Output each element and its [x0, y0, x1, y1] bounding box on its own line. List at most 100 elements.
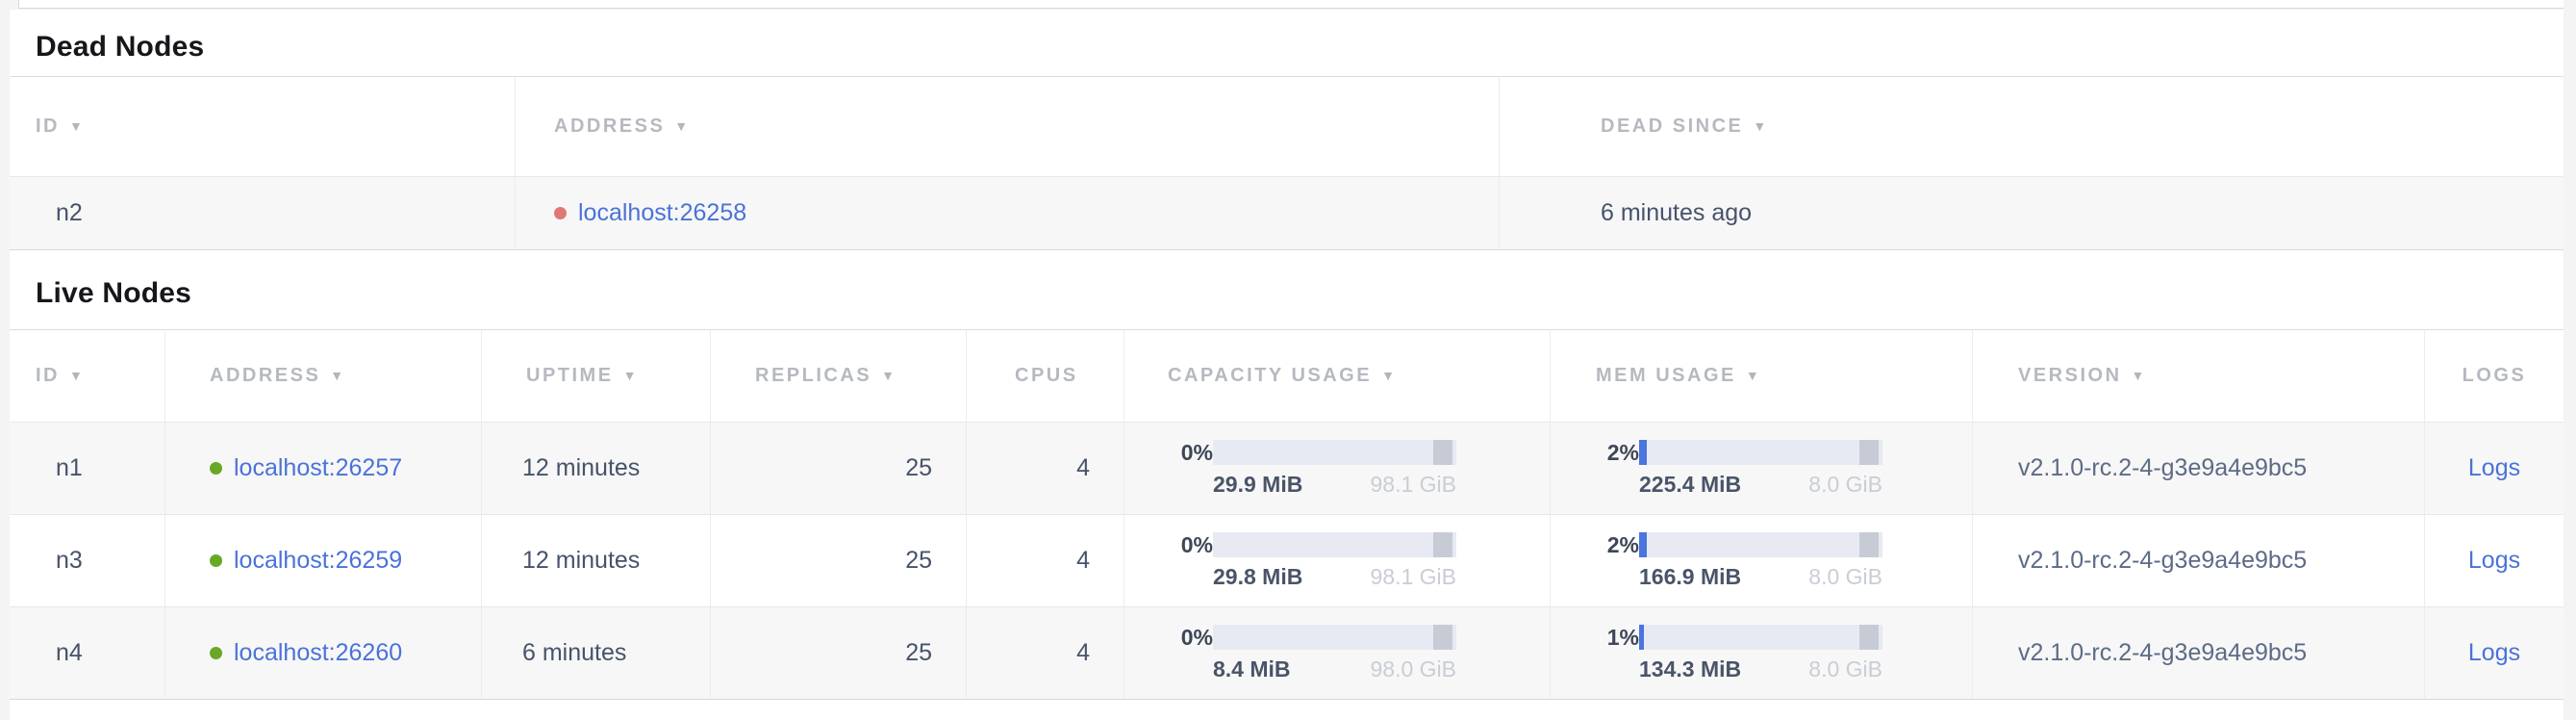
live-node-id: n1: [10, 423, 164, 515]
cpus-cell: 4: [966, 607, 1124, 700]
dead-node-address-link[interactable]: localhost:26258: [578, 199, 746, 227]
mem-used-value: 166.9 MiB: [1639, 564, 1741, 590]
column-label: VERSION: [2018, 365, 2122, 387]
logs-cell: Logs: [2424, 423, 2563, 515]
logs-cell: Logs: [2424, 607, 2563, 700]
column-label: ADDRESS: [210, 365, 320, 387]
dead-nodes-table: ID ▼ ADDRESS ▼ DEAD SINCE ▼ n2 localhost…: [10, 76, 2563, 250]
version-cell: v2.1.0-rc.2-4-g3e9a4e9bc5: [1972, 423, 2424, 515]
mem-bar-marker: [1859, 625, 1879, 650]
dead-nodes-title: Dead Nodes: [36, 32, 204, 63]
capacity-percent: 0%: [1180, 440, 1213, 466]
sort-arrow-icon: ▼: [1753, 118, 1768, 134]
capacity-bar: [1213, 532, 1456, 557]
live-node-address-cell: localhost:26260: [164, 607, 481, 700]
live-node-address-cell: localhost:26257: [164, 423, 481, 515]
mem-bar: [1639, 625, 1882, 650]
live-node-address-link[interactable]: localhost:26259: [234, 547, 402, 575]
dead-col-header-dead-since[interactable]: DEAD SINCE ▼: [1499, 76, 2563, 177]
dead-status-dot-icon: [554, 207, 567, 219]
sort-arrow-icon: ▼: [69, 368, 85, 383]
capacity-bar-marker: [1433, 440, 1452, 465]
capacity-bar: [1213, 440, 1456, 465]
sort-arrow-icon: ▼: [623, 368, 639, 383]
live-node-address-cell: localhost:26259: [164, 515, 481, 607]
live-status-dot-icon: [210, 647, 222, 659]
live-nodes-table: ID ▼ ADDRESS ▼ UPTIME ▼ REPLICAS ▼ CPUS …: [10, 329, 2563, 700]
sort-arrow-icon: ▼: [69, 118, 85, 134]
mem-percent: 2%: [1606, 440, 1639, 466]
mem-bar-fill: [1639, 532, 1647, 557]
mem-used-value: 134.3 MiB: [1639, 656, 1741, 682]
live-col-header-logs: LOGS: [2424, 329, 2563, 423]
sort-arrow-icon: ▼: [674, 118, 690, 134]
mem-used-value: 225.4 MiB: [1639, 472, 1741, 498]
column-label: DEAD SINCE: [1601, 116, 1743, 138]
sort-arrow-icon: ▼: [1746, 368, 1761, 383]
column-label: LOGS: [2462, 365, 2527, 387]
mem-total-value: 8.0 GiB: [1808, 564, 1882, 590]
column-label: ADDRESS: [554, 116, 665, 138]
mem-percent: 1%: [1606, 625, 1639, 651]
logs-link[interactable]: Logs: [2468, 639, 2520, 667]
cpus-cell: 4: [966, 515, 1124, 607]
live-node-id: n3: [10, 515, 164, 607]
logs-link[interactable]: Logs: [2468, 454, 2520, 482]
uptime-cell: 6 minutes: [481, 607, 710, 700]
column-label: MEM USAGE: [1596, 365, 1736, 387]
mem-total-value: 8.0 GiB: [1808, 656, 1882, 682]
version-cell: v2.1.0-rc.2-4-g3e9a4e9bc5: [1972, 607, 2424, 700]
live-node-address-link[interactable]: localhost:26257: [234, 454, 402, 482]
live-col-header-uptime[interactable]: UPTIME ▼: [481, 329, 710, 423]
column-label: UPTIME: [526, 365, 614, 387]
capacity-bar-marker: [1433, 625, 1452, 650]
live-node-address-link[interactable]: localhost:26260: [234, 639, 402, 667]
dead-col-header-id[interactable]: ID ▼: [10, 76, 515, 177]
sort-arrow-icon: ▼: [2132, 368, 2147, 383]
live-col-header-mem-usage[interactable]: MEM USAGE ▼: [1550, 329, 1972, 423]
sort-arrow-icon: ▼: [330, 368, 345, 383]
live-status-dot-icon: [210, 462, 222, 475]
live-col-header-cpus: CPUS: [966, 329, 1124, 423]
previous-section-edge: [18, 0, 2563, 9]
capacity-used-value: 8.4 MiB: [1213, 656, 1291, 682]
column-label: ID: [36, 365, 60, 387]
capacity-usage-cell: 0% 29.9 MiB 98.1 GiB: [1124, 423, 1550, 515]
capacity-usage-cell: 0% 8.4 MiB 98.0 GiB: [1124, 607, 1550, 700]
capacity-bar-marker: [1433, 532, 1452, 557]
replicas-cell: 25: [710, 515, 966, 607]
replicas-cell: 25: [710, 423, 966, 515]
sort-arrow-icon: ▼: [881, 368, 897, 383]
capacity-used-value: 29.9 MiB: [1213, 472, 1302, 498]
column-label: CPUS: [1015, 365, 1078, 387]
capacity-usage-cell: 0% 29.8 MiB 98.1 GiB: [1124, 515, 1550, 607]
dead-node-id: n2: [10, 177, 515, 250]
live-col-header-address[interactable]: ADDRESS ▼: [164, 329, 481, 423]
column-label: REPLICAS: [755, 365, 871, 387]
mem-total-value: 8.0 GiB: [1808, 472, 1882, 498]
column-label: CAPACITY USAGE: [1168, 365, 1372, 387]
mem-percent: 2%: [1606, 532, 1639, 558]
replicas-cell: 25: [710, 607, 966, 700]
column-label: ID: [36, 116, 60, 138]
live-col-header-replicas[interactable]: REPLICAS ▼: [710, 329, 966, 423]
live-col-header-id[interactable]: ID ▼: [10, 329, 164, 423]
live-col-header-version[interactable]: VERSION ▼: [1972, 329, 2424, 423]
capacity-percent: 0%: [1180, 532, 1213, 558]
cpus-cell: 4: [966, 423, 1124, 515]
live-nodes-title: Live Nodes: [36, 278, 191, 309]
dead-node-address-cell: localhost:26258: [515, 177, 1499, 250]
sort-arrow-icon: ▼: [1381, 368, 1397, 383]
mem-bar: [1639, 440, 1882, 465]
mem-usage-cell: 1% 134.3 MiB 8.0 GiB: [1550, 607, 1972, 700]
logs-link[interactable]: Logs: [2468, 547, 2520, 575]
dead-col-header-address[interactable]: ADDRESS ▼: [515, 76, 1499, 177]
mem-bar: [1639, 532, 1882, 557]
dead-node-dead-since: 6 minutes ago: [1499, 177, 2563, 250]
nodes-overview-card: Dead Nodes ID ▼ ADDRESS ▼ DEAD SINCE ▼ n…: [10, 10, 2563, 720]
mem-bar-fill: [1639, 440, 1647, 465]
live-col-header-capacity-usage[interactable]: CAPACITY USAGE ▼: [1124, 329, 1550, 423]
mem-bar-marker: [1859, 532, 1879, 557]
uptime-cell: 12 minutes: [481, 423, 710, 515]
live-status-dot-icon: [210, 554, 222, 567]
